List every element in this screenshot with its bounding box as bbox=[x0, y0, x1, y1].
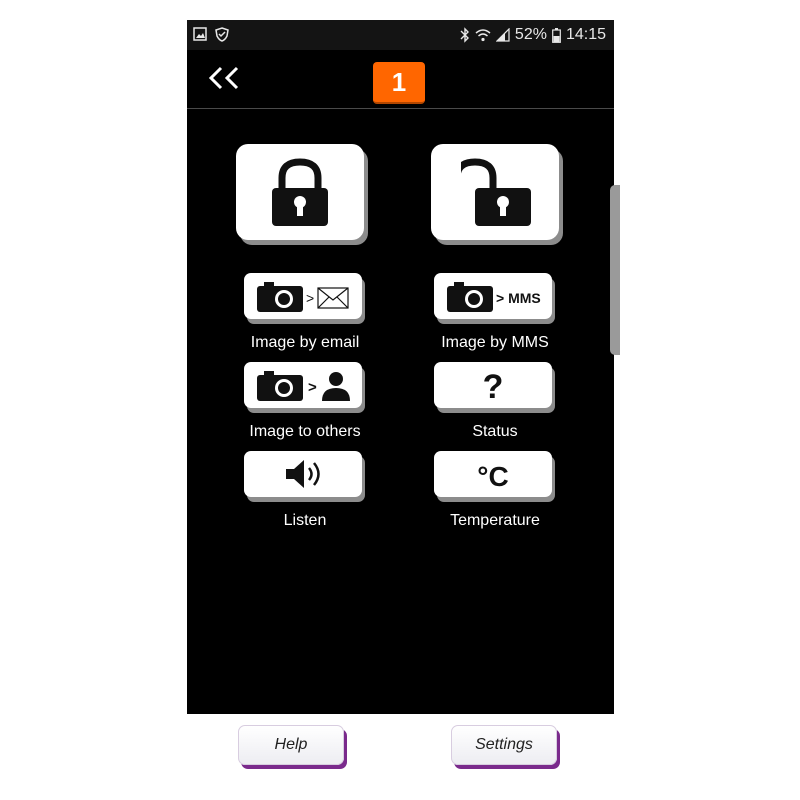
app-header: 1 bbox=[187, 50, 614, 109]
arrow-symbol: > bbox=[308, 379, 317, 396]
image-to-others-button[interactable]: > bbox=[244, 362, 362, 408]
lock-button[interactable] bbox=[236, 144, 364, 240]
shield-notification-icon bbox=[215, 27, 229, 42]
question-mark-icon: ? bbox=[483, 368, 504, 406]
camera-icon bbox=[447, 282, 493, 312]
device-number-badge[interactable]: 1 bbox=[373, 62, 425, 104]
image-to-others-label: Image to others bbox=[249, 423, 361, 440]
celsius-icon: °C bbox=[477, 461, 508, 492]
listen-label: Listen bbox=[283, 512, 327, 529]
envelope-icon bbox=[317, 287, 349, 309]
lock-open-icon bbox=[461, 158, 531, 226]
listen-button[interactable] bbox=[244, 451, 362, 497]
arrow-symbol: > bbox=[306, 290, 314, 306]
clock: 14:15 bbox=[565, 26, 606, 43]
side-scroll-handle[interactable] bbox=[610, 185, 620, 355]
lock-closed-icon bbox=[272, 158, 328, 226]
temperature-button[interactable]: °C bbox=[434, 451, 552, 497]
image-by-email-button[interactable]: > bbox=[244, 273, 362, 319]
temperature-label: Temperature bbox=[450, 512, 540, 529]
bluetooth-icon bbox=[460, 27, 470, 43]
wifi-icon bbox=[475, 28, 491, 42]
image-by-mms-label: Image by MMS bbox=[441, 334, 549, 351]
battery-percent: 52% bbox=[514, 26, 547, 43]
image-by-mms-button[interactable]: > MMS bbox=[434, 273, 552, 319]
double-chevron-left-icon bbox=[208, 66, 239, 90]
help-button[interactable]: Help bbox=[238, 725, 344, 765]
person-icon bbox=[322, 372, 350, 401]
signal-icon bbox=[495, 28, 510, 42]
status-bar: 52% 14:15 bbox=[187, 20, 614, 50]
app-screen: 52% 14:15 1 > Image by email > MMS Image… bbox=[187, 20, 620, 714]
back-button[interactable] bbox=[207, 64, 243, 92]
settings-button[interactable]: Settings bbox=[451, 725, 557, 765]
image-by-email-label: Image by email bbox=[250, 334, 360, 351]
status-button[interactable]: ? bbox=[434, 362, 552, 408]
battery-icon bbox=[552, 27, 561, 43]
camera-icon bbox=[257, 371, 303, 401]
status-label: Status bbox=[472, 423, 518, 440]
camera-icon bbox=[257, 282, 303, 312]
unlock-button[interactable] bbox=[431, 144, 559, 240]
speaker-icon bbox=[286, 460, 320, 488]
mms-symbol: > MMS bbox=[496, 290, 541, 306]
gallery-notification-icon bbox=[193, 27, 207, 42]
